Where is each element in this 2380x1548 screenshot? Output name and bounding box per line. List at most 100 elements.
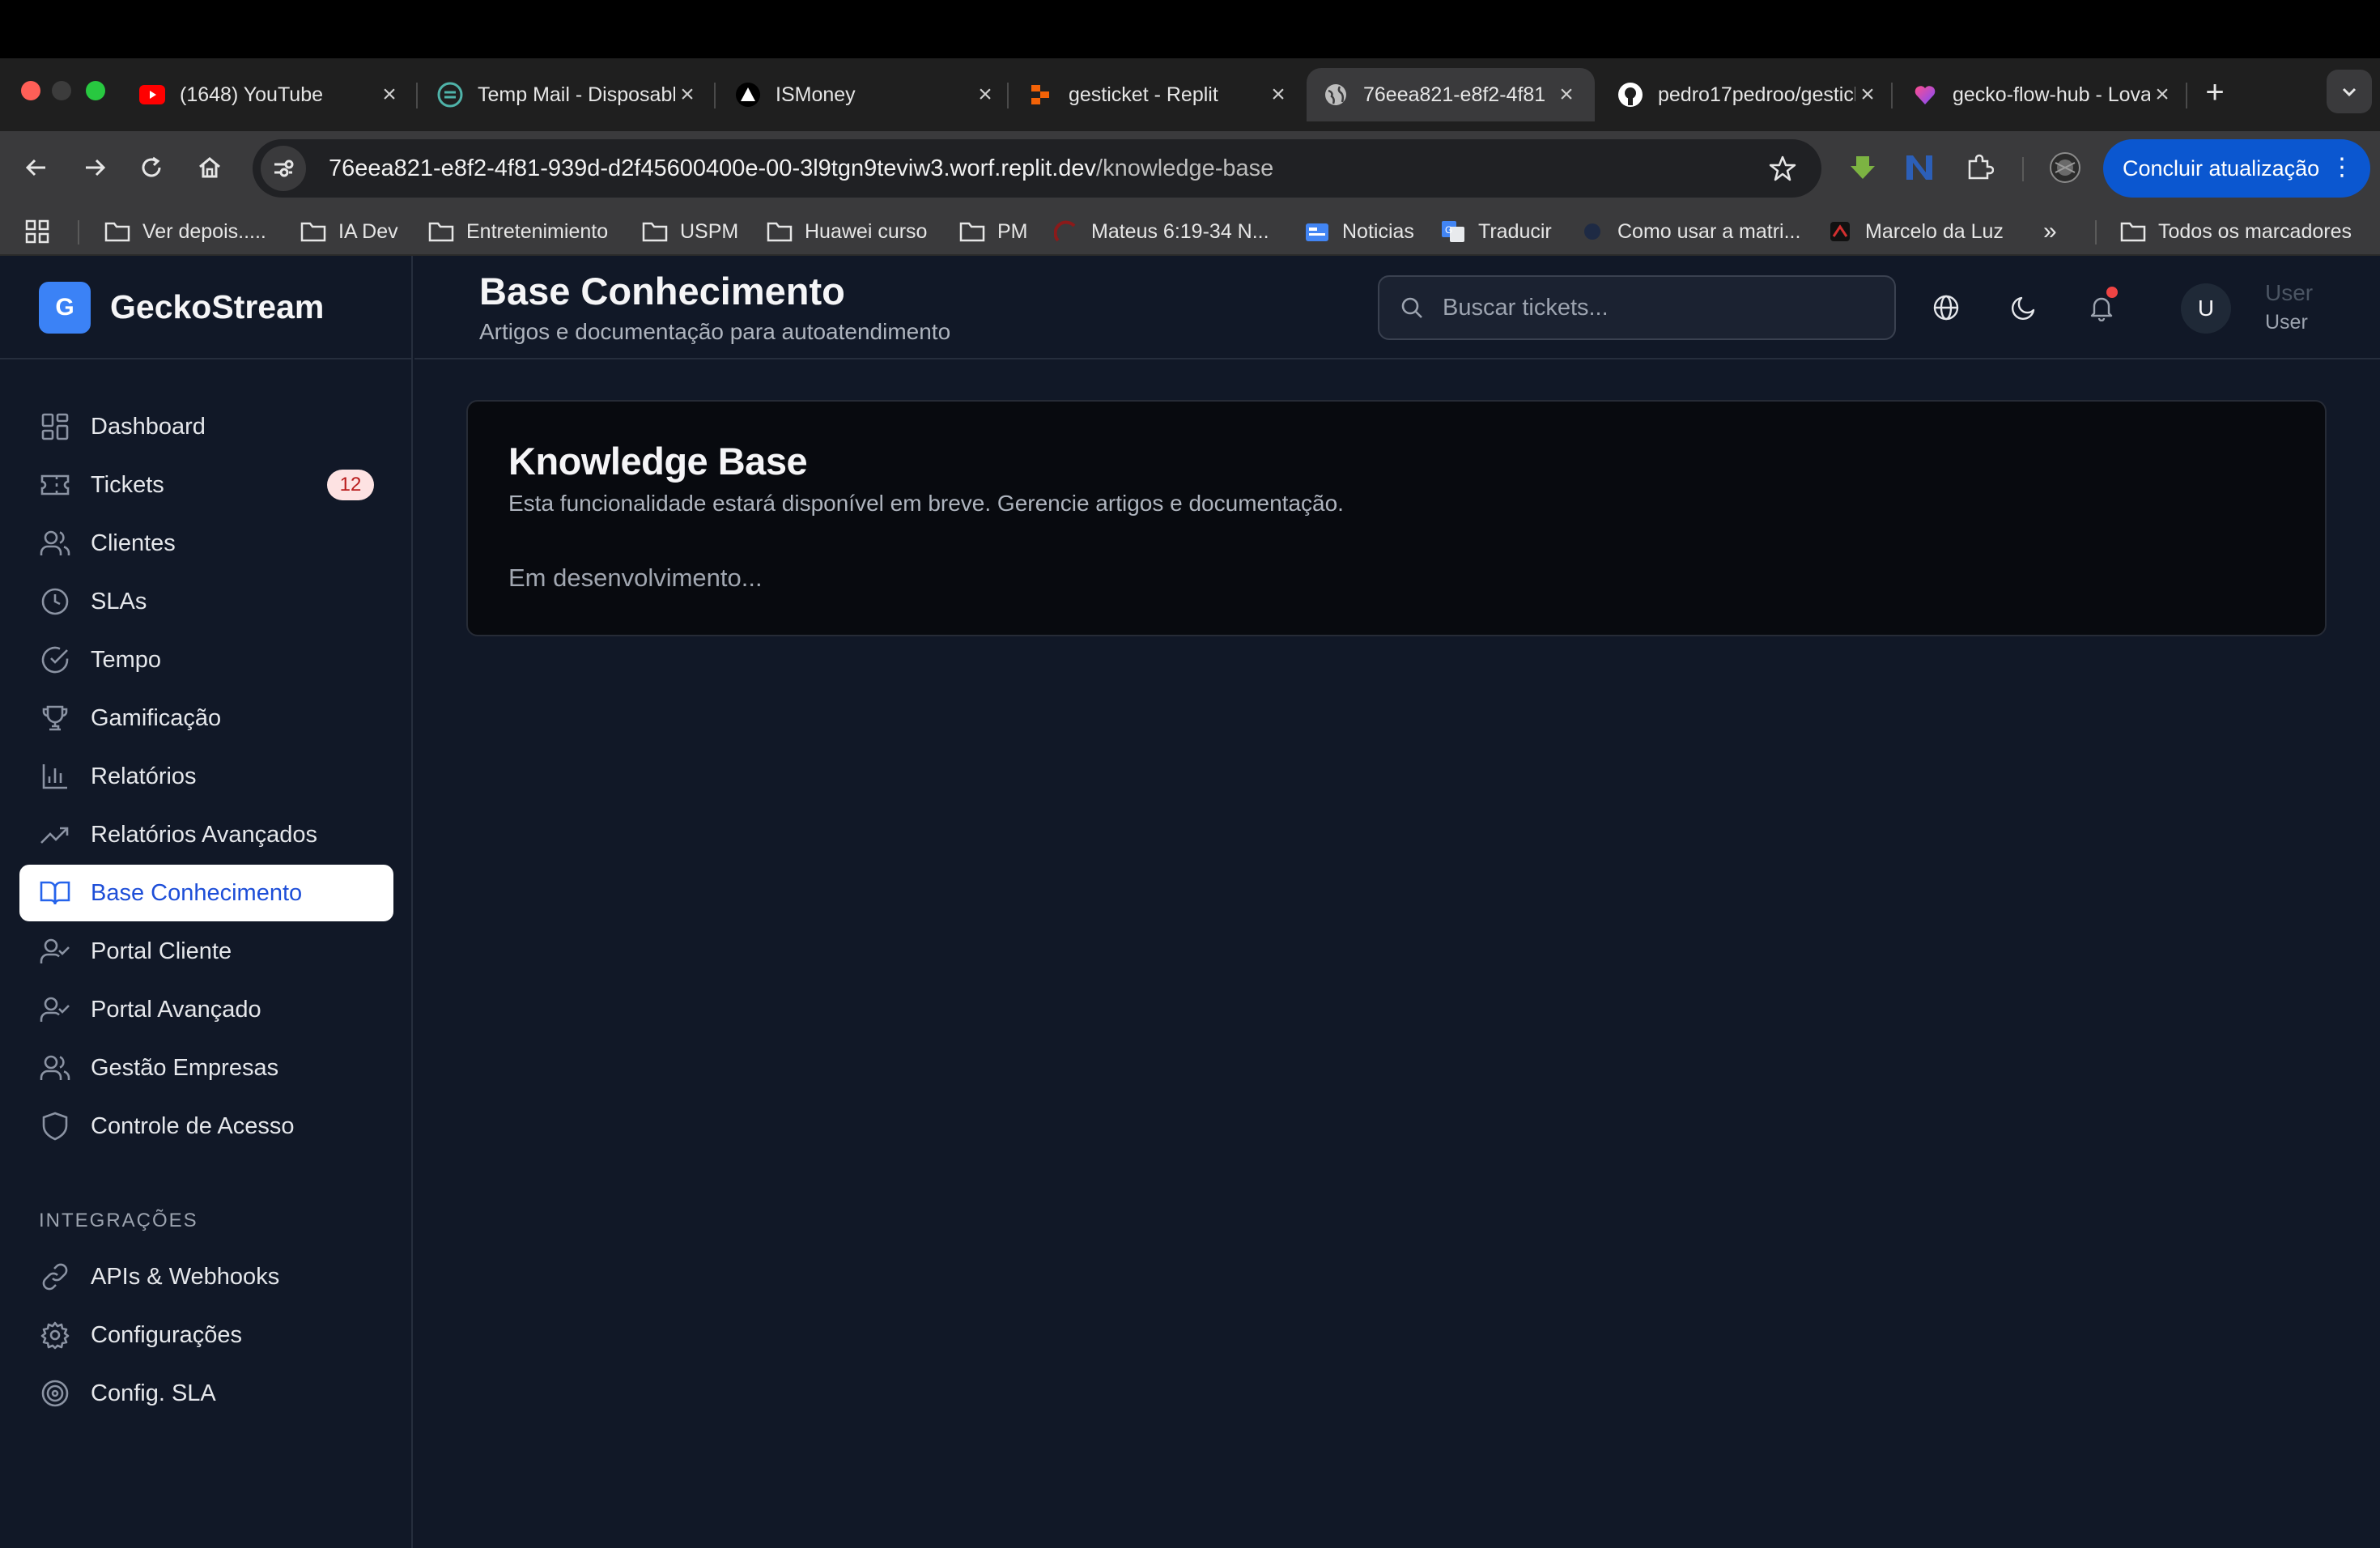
sidebar-item-portal-avancado[interactable]: Portal Avançado — [19, 981, 393, 1038]
sidebar-item-configuracoes[interactable]: Configurações — [19, 1307, 393, 1363]
bookmark-item[interactable]: Como usar a matri... — [1579, 215, 1800, 248]
sidebar-item-clientes[interactable]: Clientes — [19, 515, 393, 572]
forward-button[interactable] — [74, 147, 115, 188]
bookmark-label: Entretenimiento — [466, 219, 609, 243]
more-vertical-icon[interactable]: ⋮ — [2330, 155, 2354, 180]
browser-tab[interactable]: gecko-flow-hub - Lovable × — [1896, 68, 2191, 121]
tab-label: ISMoney — [776, 83, 856, 106]
bible-icon — [1052, 220, 1080, 243]
brand-logo[interactable]: G — [39, 282, 91, 334]
sidebar-item-tempo[interactable]: Tempo — [19, 632, 393, 688]
tab-search-button[interactable] — [2327, 70, 2372, 113]
knowledge-base-card: Knowledge Base Esta funcionalidade estar… — [466, 400, 2327, 636]
bookmark-item[interactable]: Noticias — [1303, 215, 1414, 248]
sidebar-item-relatorios-avancados[interactable]: Relatórios Avançados — [19, 806, 393, 863]
close-tab-icon[interactable]: × — [1855, 81, 1880, 108]
toolbar-divider — [2022, 157, 2024, 181]
sidebar-item-controle-de-acesso[interactable]: Controle de Acesso — [19, 1098, 393, 1155]
bookmark-item[interactable]: Ver depois..... — [104, 215, 266, 248]
update-browser-button[interactable]: Concluir atualização ⋮ — [2103, 139, 2370, 198]
back-button[interactable] — [16, 147, 57, 188]
download-extension-icon[interactable] — [1842, 147, 1883, 188]
browser-tab[interactable]: Temp Mail - Disposable × — [421, 68, 716, 121]
zoom-window-button[interactable] — [86, 81, 105, 100]
browser-tab[interactable]: pedro17pedroo/gesticket × — [1601, 68, 1896, 121]
close-window-button[interactable] — [21, 81, 40, 100]
chevron-down-icon — [2340, 82, 2359, 101]
page-title: Base Conhecimento — [479, 270, 845, 313]
notifications-button[interactable] — [2079, 285, 2124, 330]
bookmark-item[interactable]: G Traducir — [1439, 215, 1552, 248]
bookmark-item[interactable]: USPM — [641, 215, 738, 248]
users-icon — [39, 527, 71, 559]
close-tab-icon[interactable]: × — [377, 81, 402, 108]
home-icon — [196, 154, 223, 181]
tab-divider — [2186, 83, 2187, 108]
theme-toggle-button[interactable] — [2001, 285, 2046, 330]
brand-name: GeckoStream — [110, 288, 325, 325]
new-tab-button[interactable]: + — [2197, 74, 2233, 110]
folder-icon — [641, 220, 669, 243]
target-icon — [39, 1377, 71, 1410]
sidebar-item-label: Configurações — [91, 1321, 242, 1348]
close-tab-icon[interactable]: × — [1266, 81, 1290, 108]
bookmark-label: Ver depois..... — [142, 219, 266, 243]
card-description: Esta funcionalidade estará disponível em… — [508, 491, 1344, 516]
github-icon — [1617, 82, 1643, 108]
browser-tab[interactable]: ISMoney × — [719, 68, 1014, 121]
link-icon — [39, 1261, 71, 1293]
bookmark-item[interactable]: Mateus 6:19-34 N... — [1052, 215, 1269, 248]
more-bookmarks-icon[interactable]: » — [2043, 215, 2057, 248]
browser-tab[interactable]: (1648) YouTube × — [123, 68, 418, 121]
sidebar-item-relatorios[interactable]: Relatórios — [19, 748, 393, 805]
bookmark-item[interactable]: PM — [958, 215, 1028, 248]
minimize-window-button[interactable] — [52, 81, 71, 100]
sidebar-item-label: Gamificação — [91, 704, 222, 731]
close-tab-icon[interactable]: × — [1554, 81, 1579, 108]
sidebar-item-tickets[interactable]: Tickets 12 — [19, 457, 393, 513]
close-tab-icon[interactable]: × — [2150, 81, 2174, 108]
site-settings-icon[interactable] — [261, 146, 306, 191]
sidebar-item-gestao-empresas[interactable]: Gestão Empresas — [19, 1040, 393, 1096]
bookmark-star-icon[interactable] — [1768, 154, 1797, 187]
close-tab-icon[interactable]: × — [675, 81, 699, 108]
sidebar-item-label: Tickets — [91, 471, 164, 498]
reload-button[interactable] — [131, 147, 172, 188]
browser-tab-active[interactable]: 76eea821-e8f2-4f81 × — [1307, 68, 1595, 121]
sidebar-item-label: Controle de Acesso — [91, 1112, 295, 1139]
sidebar-item-dashboard[interactable]: Dashboard — [19, 398, 393, 455]
bookmark-label: Mateus 6:19-34 N... — [1091, 219, 1269, 243]
extensions-icon[interactable] — [1959, 147, 2000, 188]
language-button[interactable] — [1923, 285, 1969, 330]
brand: G GeckoStream — [0, 256, 413, 359]
card-title: Knowledge Base — [508, 440, 808, 483]
sidebar-item-portal-cliente[interactable]: Portal Cliente — [19, 923, 393, 980]
avatar[interactable]: U — [2181, 283, 2231, 334]
profile-avatar-icon[interactable] — [2045, 147, 2085, 188]
tab-divider — [1007, 83, 1009, 108]
sidebar-item-label: Relatórios — [91, 763, 197, 789]
home-button[interactable] — [189, 147, 230, 188]
reload-icon — [138, 154, 165, 181]
browser-tab[interactable]: gesticket - Replit × — [1012, 68, 1307, 121]
bookmark-item[interactable]: Huawei curso — [766, 215, 927, 248]
page-header: Base Conhecimento Artigos e documentação… — [414, 256, 2380, 359]
url-text: 76eea821-e8f2-4f81-939d-d2f45600400e-00-… — [329, 155, 1273, 182]
bookmark-item[interactable]: Entretenimiento — [427, 215, 608, 248]
bookmark-label: USPM — [680, 219, 739, 243]
all-bookmarks[interactable]: Todos os marcadores — [2119, 215, 2352, 248]
address-bar[interactable]: 76eea821-e8f2-4f81-939d-d2f45600400e-00-… — [253, 139, 1821, 198]
sidebar-item-slas[interactable]: SLAs — [19, 573, 393, 630]
folder-icon — [958, 220, 986, 243]
apps-grid-icon[interactable] — [24, 215, 50, 248]
bookmark-item[interactable]: Marcelo da Luz — [1826, 215, 2004, 248]
sidebar-item-config-sla[interactable]: Config. SLA — [19, 1365, 393, 1422]
search-input[interactable] — [1443, 294, 1864, 321]
replit-icon — [1028, 82, 1054, 108]
bookmark-item[interactable]: IA Dev — [300, 215, 398, 248]
sidebar-item-gamificacao[interactable]: Gamificação — [19, 690, 393, 746]
sidebar-item-base-conhecimento[interactable]: Base Conhecimento — [19, 865, 393, 921]
sidebar-item-apis-webhooks[interactable]: APIs & Webhooks — [19, 1248, 393, 1305]
close-tab-icon[interactable]: × — [973, 81, 997, 108]
n-extension-icon[interactable] — [1899, 147, 1940, 188]
